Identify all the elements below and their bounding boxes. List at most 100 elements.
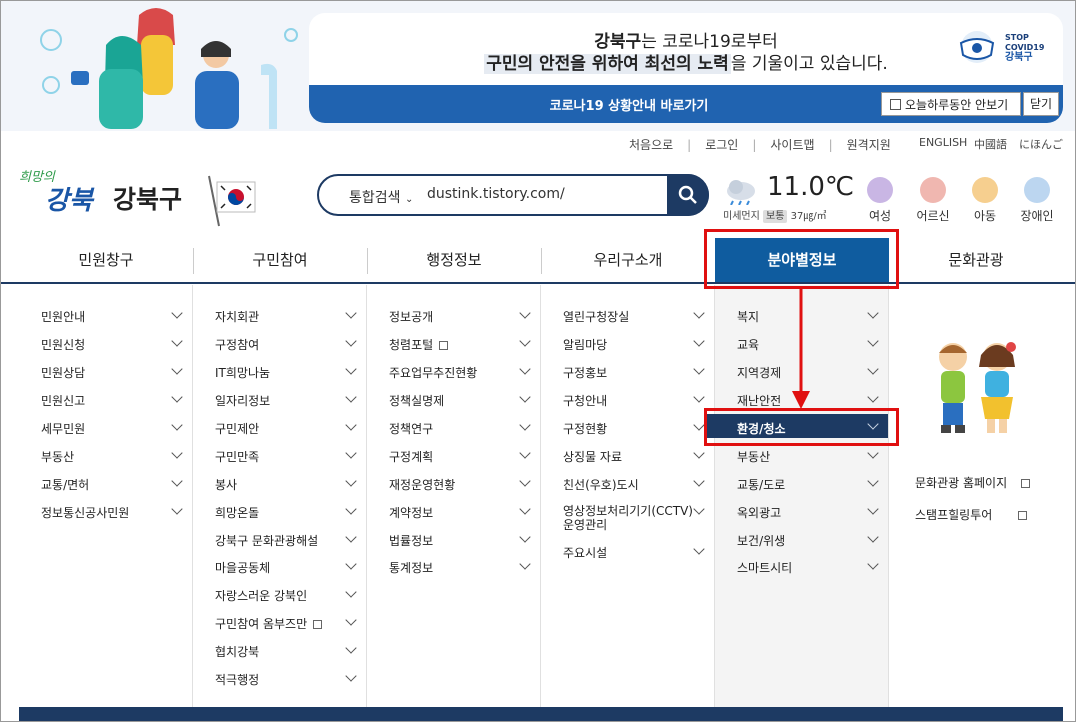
menu-item[interactable]: 알림마당	[563, 338, 607, 352]
external-link-icon	[1018, 511, 1028, 520]
menu-item[interactable]: 강북구 문화관광해설	[215, 534, 318, 548]
gnb-tab-admin[interactable]: 행정정보	[367, 238, 541, 282]
search-button[interactable]	[667, 174, 709, 216]
external-link-icon	[439, 341, 449, 350]
menu-item[interactable]: 구정현황	[563, 422, 607, 436]
menu-item[interactable]: 구정참여	[215, 338, 259, 352]
shortcut-women[interactable]: 여성	[865, 177, 895, 224]
menu-item[interactable]: 구민만족	[215, 450, 259, 464]
menu-item-label: 문화관광 홈페이지	[915, 476, 1008, 490]
site-logo[interactable]: 희망의 강북 강북구	[19, 166, 259, 228]
hide-today-toggle[interactable]: 오늘하루동안 안보기	[881, 92, 1021, 116]
menu-item-label: 청렴포털	[389, 338, 434, 352]
gnb-tab-culture[interactable]: 문화관광	[889, 238, 1063, 282]
stop-logo-line-1: STOP	[1005, 33, 1029, 42]
menu-item[interactable]: 재정운영현황	[389, 478, 455, 492]
menu-item[interactable]: 계약정보	[389, 506, 433, 520]
util-link-remote[interactable]: 원격지원	[847, 138, 891, 152]
menu-item-cctv[interactable]: 영상정보처리기기(CCTV) 운영관리	[563, 504, 693, 532]
menu-item[interactable]: 일자리정보	[215, 394, 270, 408]
gnb-tab-about[interactable]: 우리구소개	[541, 238, 715, 282]
menu-item[interactable]: 민원신고	[41, 394, 85, 408]
dust-level-badge: 보통	[763, 210, 788, 223]
menu-item[interactable]: 교통/도로	[737, 478, 785, 492]
lang-chinese[interactable]: 中國語	[974, 136, 1007, 152]
lang-japanese[interactable]: にほんご	[1019, 136, 1063, 152]
menu-item[interactable]: 스마트시티	[737, 561, 792, 575]
menu-item[interactable]: 재난안전	[737, 394, 781, 408]
menu-item-stamp-tour[interactable]: 스탬프힐링투어	[915, 508, 1028, 522]
logo-text: 강북구	[113, 185, 183, 214]
kids-character-illustration	[939, 342, 1016, 433]
menu-item-label: 스탬프힐링투어	[915, 508, 993, 522]
shortcut-seniors[interactable]: 어르신	[913, 177, 953, 224]
search-bar: 통합검색 ⌄	[317, 174, 709, 216]
menu-item[interactable]: 민원상담	[41, 366, 85, 380]
menu-item[interactable]: 친선(우호)도시	[563, 478, 639, 492]
covid-banner: 강북구는 코로나19로부터 구민의 안전을 위하여 최선의 노력 을 기울이고 있…	[1, 1, 1075, 131]
menu-item[interactable]: 구민제안	[215, 422, 259, 436]
search-input[interactable]	[427, 186, 647, 202]
menu-item-integrity-portal[interactable]: 청렴포털	[389, 338, 449, 352]
menu-item[interactable]: 부동산	[737, 450, 770, 464]
dust-label: 미세먼지	[723, 211, 760, 222]
menu-item-ombudsman[interactable]: 구민참여 옴부즈만	[215, 617, 323, 631]
menu-item[interactable]: 열린구청장실	[563, 310, 629, 324]
menu-item[interactable]: 교통/면허	[41, 478, 89, 492]
main-navigation: 민원창구 구민참여 행정정보 우리구소개 분야별정보 문화관광	[1, 238, 1075, 284]
banner-message-box: 강북구는 코로나19로부터 구민의 안전을 위하여 최선의 노력 을 기울이고 있…	[309, 13, 1063, 123]
menu-item[interactable]: 구정홍보	[563, 366, 607, 380]
util-link-sitemap[interactable]: 사이트맵	[770, 138, 814, 152]
menu-item[interactable]: 구청안내	[563, 394, 607, 408]
gnb-tab-civil[interactable]: 민원창구	[19, 238, 193, 282]
weather-temperature: 11.0℃	[767, 172, 855, 202]
menu-item[interactable]: 자랑스러운 강북인	[215, 589, 307, 603]
menu-item[interactable]: 적극행정	[215, 673, 259, 687]
menu-item[interactable]: 구정계획	[389, 450, 433, 464]
gnb-tab-participation[interactable]: 구민참여	[193, 238, 367, 282]
covid-status-link[interactable]: 코로나19 상황안내 바로가기	[529, 95, 729, 114]
banner-line-2-rest: 을 기울이고 있습니다.	[730, 54, 888, 74]
menu-item[interactable]: 정보통신공사민원	[41, 506, 129, 520]
menu-item[interactable]: 옥외광고	[737, 506, 781, 520]
menu-item[interactable]: 보건/위생	[737, 534, 785, 548]
banner-close-button[interactable]: 닫기	[1023, 92, 1059, 116]
menu-item[interactable]: 정책연구	[389, 422, 433, 436]
menu-item[interactable]: 주요업무추진현황	[389, 366, 477, 380]
menu-item[interactable]: 마을공동체	[215, 561, 270, 575]
menu-item[interactable]: 지역경제	[737, 366, 781, 380]
menu-item[interactable]: 협치강북	[215, 645, 259, 659]
menu-item[interactable]: 민원안내	[41, 310, 85, 324]
menu-item[interactable]: 자치회관	[215, 310, 259, 324]
menu-item[interactable]: 세무민원	[41, 422, 85, 436]
menu-item[interactable]: 정보공개	[389, 310, 433, 324]
korean-flag-icon	[208, 175, 256, 227]
menu-item[interactable]: IT희망나눔	[215, 366, 270, 380]
menu-item[interactable]: 상징물 자료	[563, 450, 622, 464]
util-link-home[interactable]: 처음으로	[629, 138, 673, 152]
menu-item[interactable]: 법률정보	[389, 534, 433, 548]
menu-item[interactable]: 희망온돌	[215, 506, 259, 520]
utility-links: 처음으로 | 로그인 | 사이트맵 | 원격지원	[629, 136, 891, 153]
menu-item-culture-home[interactable]: 문화관광 홈페이지	[915, 476, 1031, 490]
menu-item[interactable]: 봉사	[215, 478, 237, 492]
menu-item-label: 구민참여 옴부즈만	[215, 617, 308, 631]
shortcut-children[interactable]: 아동	[969, 177, 1001, 224]
lang-english[interactable]: ENGLISH	[919, 136, 967, 149]
menu-item[interactable]: 민원신청	[41, 338, 85, 352]
stop-logo-line-3: 강북구	[1005, 52, 1033, 63]
menu-item[interactable]: 통계정보	[389, 561, 433, 575]
menu-item[interactable]: 주요시설	[563, 546, 607, 560]
shortcut-disabled[interactable]: 장애인	[1017, 177, 1057, 224]
footer-bar	[19, 707, 1063, 721]
search-category-select[interactable]: 통합검색 ⌄	[349, 187, 413, 207]
menu-item[interactable]: 복지	[737, 310, 759, 324]
shortcut-seniors-label: 어르신	[916, 209, 950, 223]
util-link-login[interactable]: 로그인	[705, 138, 738, 152]
menu-item[interactable]: 부동산	[41, 450, 74, 464]
screenshot-frame: 강북구는 코로나19로부터 구민의 안전을 위하여 최선의 노력 을 기울이고 있…	[0, 0, 1076, 722]
menu-item-label-line-1: 영상정보처리기기(CCTV)	[563, 504, 693, 518]
menu-item[interactable]: 교육	[737, 338, 759, 352]
checkbox-icon[interactable]	[890, 98, 901, 110]
menu-item[interactable]: 정책실명제	[389, 394, 444, 408]
